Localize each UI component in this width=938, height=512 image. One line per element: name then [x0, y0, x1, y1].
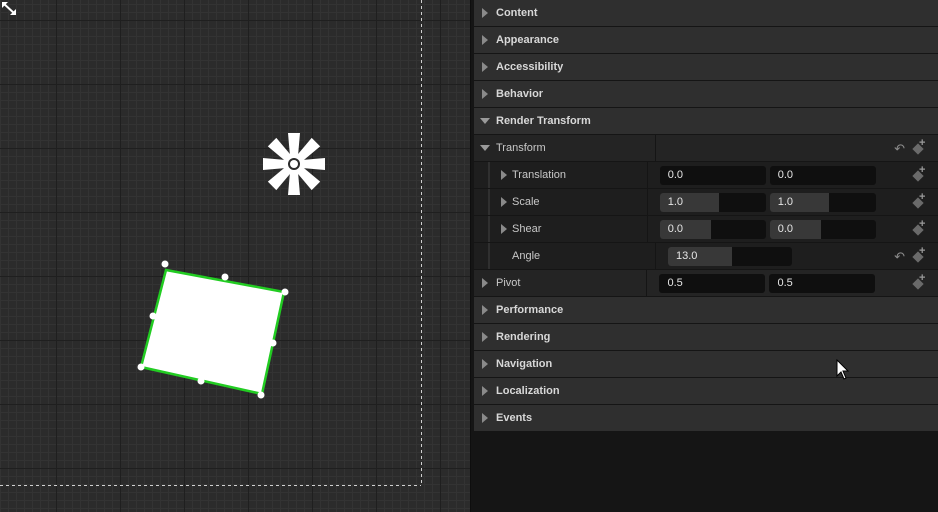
- shear-y-input[interactable]: 0.0: [769, 219, 876, 239]
- translation-y-input[interactable]: 0.0: [769, 165, 876, 185]
- indent-guide: [488, 189, 490, 215]
- category-label: Behavior: [496, 88, 544, 100]
- property-translation: Translation 0.0 0.0 +: [474, 162, 938, 188]
- expand-arrow-icon: [482, 89, 488, 99]
- expand-arrow-icon: [482, 35, 488, 45]
- property-label: Shear: [512, 223, 542, 235]
- image-widget[interactable]: [137, 260, 289, 399]
- shear-x-input[interactable]: 0.0: [659, 219, 766, 239]
- details-panel: Content Appearance Accessibility Behavio…: [470, 0, 938, 512]
- collapse-arrow-icon: [480, 118, 490, 124]
- designer-viewport[interactable]: [0, 0, 470, 512]
- category-rendering[interactable]: Rendering: [474, 324, 938, 350]
- property-pivot: Pivot 0.5 0.5 +: [474, 270, 938, 296]
- expand-arrow-icon: [482, 413, 488, 423]
- viewport-overlay: [0, 0, 422, 486]
- category-content[interactable]: Content: [474, 0, 938, 26]
- expand-arrow-icon: [482, 8, 488, 18]
- category-label: Render Transform: [496, 115, 591, 127]
- resize-handle-top[interactable]: [221, 273, 229, 281]
- category-localization[interactable]: Localization: [474, 378, 938, 404]
- scale-y-input[interactable]: 1.0: [769, 192, 876, 212]
- indent-guide: [488, 216, 490, 242]
- indent-guide: [488, 162, 490, 188]
- category-label: Navigation: [496, 358, 553, 370]
- resize-handle-top-right[interactable]: [281, 288, 289, 296]
- add-keyframe-icon[interactable]: +: [911, 137, 925, 155]
- category-label: Appearance: [496, 34, 559, 46]
- property-scale: Scale 1.0 1.0 +: [474, 189, 938, 215]
- category-render-transform[interactable]: Render Transform: [474, 108, 938, 134]
- category-events[interactable]: Events: [474, 405, 938, 431]
- property-label: Pivot: [496, 277, 521, 289]
- category-label: Rendering: [496, 331, 551, 343]
- category-label: Accessibility: [496, 61, 564, 73]
- category-label: Content: [496, 7, 538, 19]
- widget-selection-outline: [139, 268, 286, 396]
- property-label: Translation: [512, 169, 567, 181]
- shear-expand-arrow[interactable]: [496, 224, 512, 234]
- pivot-x-input[interactable]: 0.5: [659, 273, 766, 293]
- translation-x-input[interactable]: 0.0: [659, 165, 766, 185]
- scale-x-input[interactable]: 1.0: [659, 192, 766, 212]
- collapse-arrow-icon: [480, 145, 490, 151]
- property-transform: Transform ↶ +: [474, 135, 938, 161]
- resize-handle-bottom[interactable]: [197, 377, 205, 385]
- category-label: Performance: [496, 304, 564, 316]
- translation-expand-arrow[interactable]: [496, 170, 512, 180]
- resize-handle-right[interactable]: [269, 339, 277, 347]
- add-keyframe-icon[interactable]: +: [911, 164, 925, 182]
- category-performance[interactable]: Performance: [474, 297, 938, 323]
- expand-arrow-icon: [501, 224, 507, 234]
- expand-arrow-icon: [482, 62, 488, 72]
- property-label: Transform: [496, 142, 546, 154]
- expand-arrow-icon: [482, 305, 488, 315]
- reset-to-default-icon[interactable]: ↶: [894, 142, 905, 155]
- resize-handle-top-left[interactable]: [161, 260, 169, 268]
- diagonal-resize-icon[interactable]: [0, 0, 20, 18]
- category-label: Events: [496, 412, 533, 424]
- property-shear: Shear 0.0 0.0 +: [474, 216, 938, 242]
- pivot-gear-icon[interactable]: [263, 133, 325, 195]
- property-label: Angle: [512, 250, 541, 262]
- pivot-expand-arrow[interactable]: [474, 278, 496, 288]
- scale-expand-arrow[interactable]: [496, 197, 512, 207]
- property-label: Scale: [512, 196, 540, 208]
- expand-arrow-icon: [482, 359, 488, 369]
- add-keyframe-icon[interactable]: +: [911, 191, 925, 209]
- angle-input[interactable]: 13.0: [668, 246, 792, 266]
- mouse-cursor-icon: [836, 359, 850, 380]
- expand-arrow-icon: [482, 332, 488, 342]
- category-accessibility[interactable]: Accessibility: [474, 54, 938, 80]
- transform-collapse-arrow[interactable]: [474, 145, 496, 151]
- category-behavior[interactable]: Behavior: [474, 81, 938, 107]
- reset-to-default-icon[interactable]: ↶: [894, 250, 905, 263]
- resize-handle-bottom-right[interactable]: [257, 391, 265, 399]
- expand-arrow-icon: [501, 170, 507, 180]
- add-keyframe-icon[interactable]: +: [911, 218, 925, 236]
- add-keyframe-icon[interactable]: +: [911, 272, 925, 290]
- category-label: Localization: [496, 385, 560, 397]
- resize-handle-left[interactable]: [149, 312, 157, 320]
- expand-arrow-icon: [482, 278, 488, 288]
- category-appearance[interactable]: Appearance: [474, 27, 938, 53]
- pivot-y-input[interactable]: 0.5: [769, 273, 876, 293]
- expand-arrow-icon: [482, 386, 488, 396]
- expand-arrow-icon: [501, 197, 507, 207]
- category-navigation[interactable]: Navigation: [474, 351, 938, 377]
- indent-guide: [488, 243, 490, 269]
- resize-handle-bottom-left[interactable]: [137, 363, 145, 371]
- add-keyframe-icon[interactable]: +: [911, 245, 925, 263]
- property-angle: Angle 13.0 ↶ +: [474, 243, 938, 269]
